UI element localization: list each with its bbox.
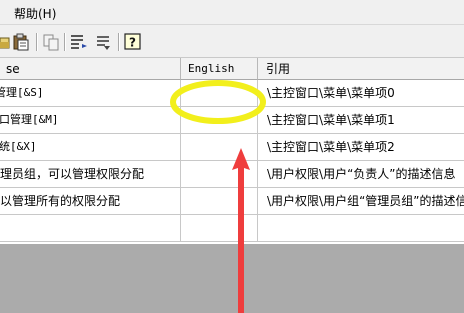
table-row[interactable]: 管理[&S] \主控窗口\菜单\菜单项0 [0,80,464,107]
menu-help[interactable]: 帮助(H) [12,4,58,23]
list-icon[interactable] [94,33,112,51]
reference-cell [258,215,464,241]
source-cell: 可以管理所有的权限分配 [0,188,181,214]
source-cell: 窗口管理[&M] [0,107,181,133]
column-header-english[interactable]: English [181,58,258,80]
toolbar-separator [118,33,120,51]
toolbar: ? [0,25,464,58]
reference-cell: \主控窗口\菜单\菜单项2 [267,140,395,154]
table-row[interactable]: 窗口管理[&M] \主控窗口\菜单\菜单项1 [0,107,464,134]
toolbar-separator [36,33,38,51]
table-row[interactable]: 系统[&X] \主控窗口\菜单\菜单项2 [0,134,464,161]
source-cell [0,215,181,241]
english-cell[interactable] [181,80,258,106]
copy-icon[interactable] [42,33,60,51]
english-cell[interactable] [181,161,258,187]
translation-table: se English 引用 管理[&S] \主控窗口\菜单\菜单项0 窗口管理[… [0,58,464,244]
help-icon[interactable]: ? [124,33,142,51]
table-row[interactable]: 管理员组，可以管理权限分配 \用户权限\用户“负责人”的描述信息 [0,161,464,188]
column-header-source[interactable]: se [0,58,181,80]
column-header-reference[interactable]: 引用 [258,58,464,80]
english-cell[interactable] [181,215,258,241]
source-cell: 系统[&X] [0,134,181,160]
paste-icon[interactable] [12,33,30,51]
source-cell: 管理员组，可以管理权限分配 [0,161,181,187]
format-icon[interactable] [70,33,88,51]
english-cell[interactable] [181,188,258,214]
reference-cell: \主控窗口\菜单\菜单项1 [267,113,395,127]
table-row[interactable] [0,215,464,242]
english-cell[interactable] [181,134,258,160]
source-cell: 管理[&S] [0,80,181,106]
reference-cell: \用户权限\用户“负责人”的描述信息 [267,167,456,181]
svg-text:?: ? [129,36,136,50]
toolbar-separator [64,33,66,51]
table-row[interactable]: 可以管理所有的权限分配 \用户权限\用户组“管理员组”的描述信息 [0,188,464,215]
reference-cell: \用户权限\用户组“管理员组”的描述信息 [267,194,464,208]
english-cell[interactable] [181,107,258,133]
menu-bar: 帮助(H) [0,0,464,25]
reference-cell: \主控窗口\菜单\菜单项0 [267,86,395,100]
